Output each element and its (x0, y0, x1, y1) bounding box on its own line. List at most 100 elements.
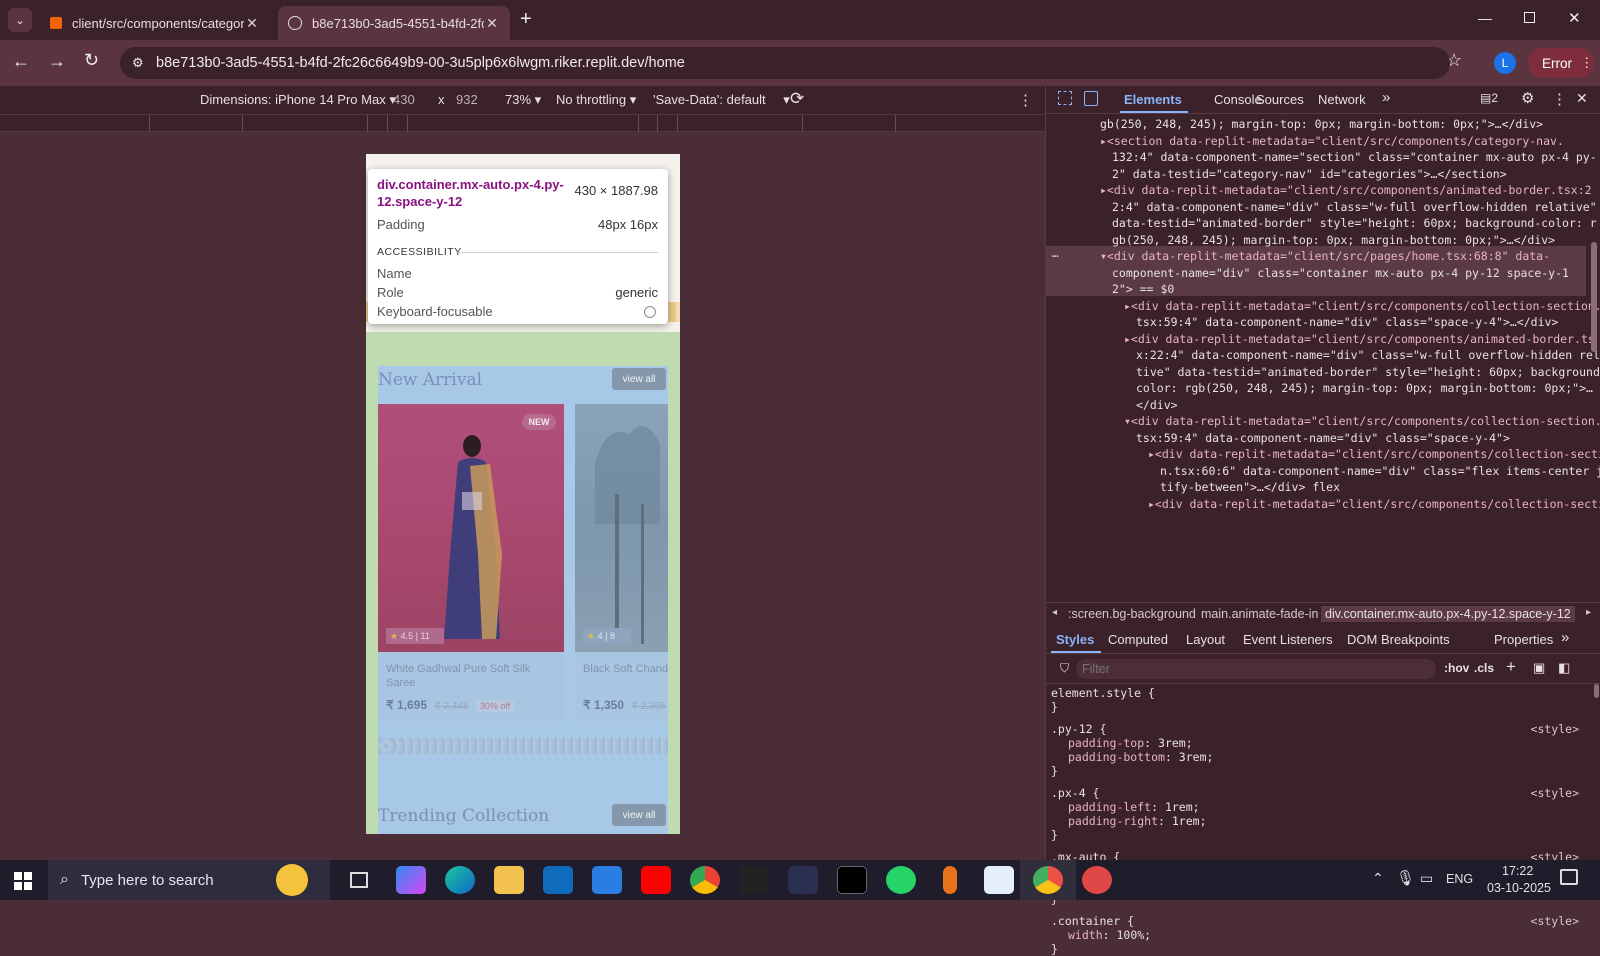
css-selector[interactable]: element.style { (1051, 686, 1155, 700)
store-icon[interactable] (592, 866, 622, 894)
css-property[interactable]: padding-bottom: 3rem; (1068, 750, 1213, 764)
back-button[interactable]: ← (12, 51, 30, 72)
clock-date[interactable]: 03-10-2025 (1487, 881, 1551, 895)
minimize-button[interactable]: — (1478, 10, 1492, 26)
dom-line[interactable]: ▾<div data-replit-metadata="client/src/p… (1100, 248, 1550, 265)
network-icon[interactable]: ▭ (1420, 870, 1433, 887)
forward-button[interactable]: → (48, 51, 66, 72)
solitaire-icon[interactable] (984, 866, 1014, 894)
zoom-select[interactable]: 73% ▾ (505, 92, 541, 108)
tab-console[interactable]: Console (1214, 92, 1262, 107)
kebab-menu-icon[interactable]: ⋮ (1552, 90, 1567, 108)
tab-properties[interactable]: Properties (1494, 632, 1553, 647)
capcut-icon[interactable] (837, 866, 867, 894)
more-tabs-icon[interactable]: » (1561, 629, 1569, 646)
youtube-icon[interactable] (641, 866, 671, 894)
dom-line[interactable]: 2" data-testid="category-nav" id="catego… (1112, 166, 1507, 183)
tab-elements[interactable]: Elements (1124, 92, 1182, 107)
breadcrumb-left-arrow[interactable]: ◂ (1052, 607, 1057, 618)
dom-line[interactable]: ▾<div data-replit-metadata="client/src/c… (1124, 413, 1600, 430)
dom-line[interactable]: tify-between">…</div> flex (1160, 479, 1340, 496)
issues-badge[interactable]: ▤2 (1480, 91, 1498, 105)
sony-liv-icon[interactable] (739, 866, 769, 894)
css-property-value[interactable]: 3rem; (1179, 750, 1214, 764)
dom-line[interactable]: component-name="div" class="container mx… (1112, 265, 1569, 282)
edge-icon[interactable] (445, 866, 475, 894)
tab-sources[interactable]: Sources (1256, 92, 1304, 107)
dom-line[interactable]: ▸<section data-replit-metadata="client/s… (1100, 133, 1564, 150)
css-property-name[interactable]: padding-top (1068, 736, 1144, 750)
rotate-icon[interactable]: ⟳ (790, 89, 804, 109)
breadcrumb-item[interactable]: main.animate-fade-in (1201, 607, 1318, 621)
dom-line[interactable]: 2"> == $0 (1112, 281, 1174, 298)
product-card[interactable]: NEW ★ 4.5 | 11 White Gadhwal Pure Soft S… (378, 404, 564, 722)
taskbar-search[interactable]: ⌕ Type here to search (48, 860, 330, 900)
tab-network[interactable]: Network (1318, 92, 1366, 107)
outlook-icon[interactable] (543, 866, 573, 894)
new-tab-button[interactable]: + (520, 8, 532, 31)
css-source-link[interactable]: <style> (1531, 914, 1579, 928)
language-indicator[interactable]: ENG (1446, 872, 1473, 886)
paint-icon[interactable]: ▣ (1533, 660, 1545, 676)
css-property-name[interactable]: width (1068, 928, 1103, 942)
reload-button[interactable]: ↻ (84, 50, 99, 71)
css-property-value[interactable]: 3rem; (1158, 736, 1193, 750)
mic-app-icon[interactable] (943, 866, 957, 894)
css-selector[interactable]: .py-12 { (1051, 722, 1106, 736)
media-query-ruler[interactable] (0, 114, 1045, 132)
dom-line[interactable]: tsx:59:4" data-component-name="div" clas… (1136, 430, 1510, 447)
settings-gear-icon[interactable]: ⚙ (1521, 89, 1534, 107)
avatar[interactable]: L (1494, 52, 1516, 74)
breadcrumb-item-active[interactable]: div.container.mx-auto.px-4.py-12.space-y… (1321, 606, 1575, 622)
breadcrumb-item[interactable]: :screen.bg-background (1068, 607, 1196, 621)
tab-dom-breakpoints[interactable]: DOM Breakpoints (1347, 632, 1450, 647)
breadcrumb-right-arrow[interactable]: ▸ (1586, 607, 1591, 618)
address-bar[interactable]: ⚙ b8e713b0-3ad5-4551-b4fd-2fc26c6649b9-0… (120, 47, 1450, 79)
microphone-icon[interactable]: 🎙 (1396, 869, 1415, 887)
chrome-profile-icon[interactable] (690, 866, 720, 894)
device-width-input[interactable]: 430 (393, 92, 415, 107)
inspect-element-icon[interactable] (1058, 91, 1072, 105)
whatsapp-icon[interactable] (886, 866, 916, 894)
save-data-select[interactable]: 'Save-Data': default ▾ (653, 92, 790, 108)
product-card[interactable]: ★ 4 | 8 Black Soft Chand Pochampally Ikk… (575, 404, 668, 722)
add-rule-icon[interactable]: + (1506, 657, 1516, 677)
error-button[interactable]: Error ⋮ (1528, 48, 1594, 78)
css-property[interactable]: padding-left: 1rem; (1068, 800, 1200, 814)
dom-line[interactable]: ▸<div data-replit-metadata="client/src/c… (1148, 446, 1600, 463)
device-select[interactable]: Dimensions: iPhone 14 Pro Max ▾ (200, 92, 396, 108)
css-selector[interactable]: .px-4 { (1051, 786, 1099, 800)
dom-scrollbar[interactable] (1591, 242, 1597, 352)
dom-line[interactable]: ▸<div data-replit-metadata="client/src/c… (1124, 298, 1600, 315)
dom-line[interactable]: gb(250, 248, 245); margin-top: 0px; marg… (1112, 232, 1555, 249)
chevron-up-icon[interactable]: ⌃ (1372, 870, 1384, 887)
css-property-name[interactable]: padding-right (1068, 814, 1158, 828)
tab-client-src[interactable]: client/src/components/categor ✕ (40, 6, 270, 40)
css-property-name[interactable]: padding-left (1068, 800, 1151, 814)
dom-line[interactable]: gb(250, 248, 245); margin-top: 0px; marg… (1100, 116, 1543, 133)
close-tab-icon[interactable]: ✕ (484, 15, 500, 32)
css-property[interactable]: width: 100%; (1068, 928, 1151, 942)
dom-tree[interactable]: gb(250, 248, 245); margin-top: 0px; marg… (1046, 114, 1600, 600)
site-settings-icon[interactable]: ⚙ (132, 55, 144, 71)
sidebar-toggle-icon[interactable]: ◧ (1558, 660, 1570, 676)
tab-styles[interactable]: Styles (1056, 632, 1094, 647)
view-all-button[interactable]: view all (612, 368, 666, 390)
file-explorer-icon[interactable] (494, 866, 524, 894)
tab-layout[interactable]: Layout (1186, 632, 1225, 647)
css-property-name[interactable]: padding-bottom (1068, 750, 1165, 764)
dom-line[interactable]: n.tsx:60:6" data-component-name="div" cl… (1160, 463, 1600, 480)
dom-line[interactable]: data-testid="animated-border" style="hei… (1112, 215, 1597, 232)
device-height-input[interactable]: 932 (456, 92, 478, 107)
css-property-value[interactable]: 1rem; (1172, 814, 1207, 828)
tab-event-listeners[interactable]: Event Listeners (1243, 632, 1333, 647)
hov-button[interactable]: :hov (1444, 661, 1469, 675)
disney-hotstar-icon[interactable] (788, 866, 818, 894)
cls-button[interactable]: .cls (1474, 661, 1494, 675)
dom-line[interactable]: </div> (1136, 397, 1178, 414)
notifications-icon[interactable] (1560, 869, 1578, 885)
css-property[interactable]: padding-top: 3rem; (1068, 736, 1193, 750)
dom-line[interactable]: 2:4" data-component-name="div" class="w-… (1112, 199, 1597, 216)
dom-line[interactable]: x:22:4" data-component-name="div" class=… (1136, 347, 1600, 364)
dom-line[interactable]: 132:4" data-component-name="section" cla… (1112, 149, 1597, 166)
